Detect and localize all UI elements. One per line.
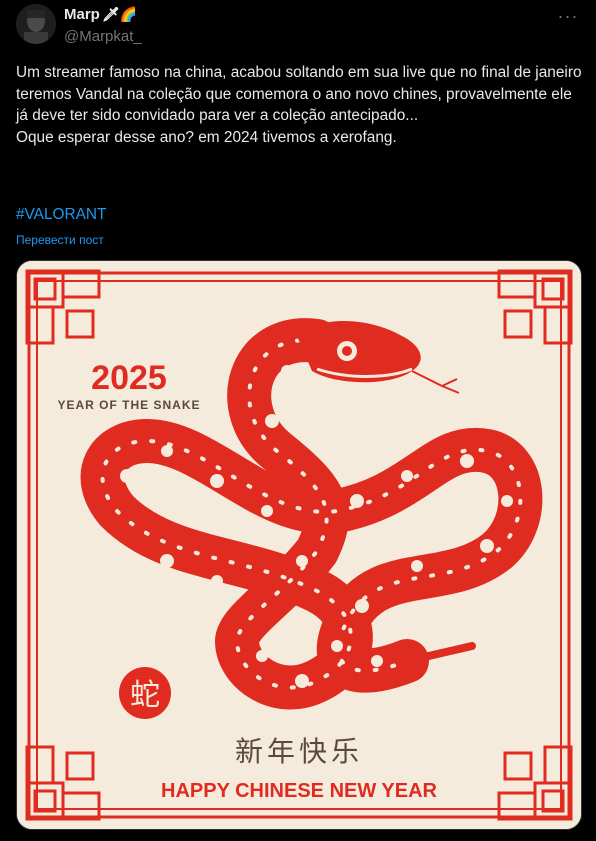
author-name[interactable]: Marp 🗡🌈 <box>64 6 137 23</box>
author-handle[interactable]: @Marpkat_ <box>64 28 142 45</box>
post-image[interactable]: 2025 YEAR OF THE SNAKE 蛇 新年快乐 HAPPY CHIN… <box>16 260 582 830</box>
author-name-text: Marp <box>64 6 100 23</box>
seal-character: 蛇 <box>130 678 160 713</box>
avatar[interactable] <box>16 4 56 44</box>
greeting-text: HAPPY CHINESE NEW YEAR <box>161 780 438 802</box>
year-text: 2025 <box>91 359 167 397</box>
more-horizontal-icon[interactable]: ··· <box>556 7 580 25</box>
translate-post-link[interactable]: Перевести пост <box>16 233 104 247</box>
chinese-greeting: 新年快乐 <box>235 735 363 768</box>
year-subtitle: YEAR OF THE SNAKE <box>57 398 200 412</box>
hashtag-link[interactable]: #VALORANT <box>16 206 106 224</box>
post-text: Um streamer famoso na china, acabou solt… <box>16 64 582 146</box>
seal-stamp: 蛇 <box>119 667 171 719</box>
author-emoji: 🗡🌈 <box>101 6 138 22</box>
